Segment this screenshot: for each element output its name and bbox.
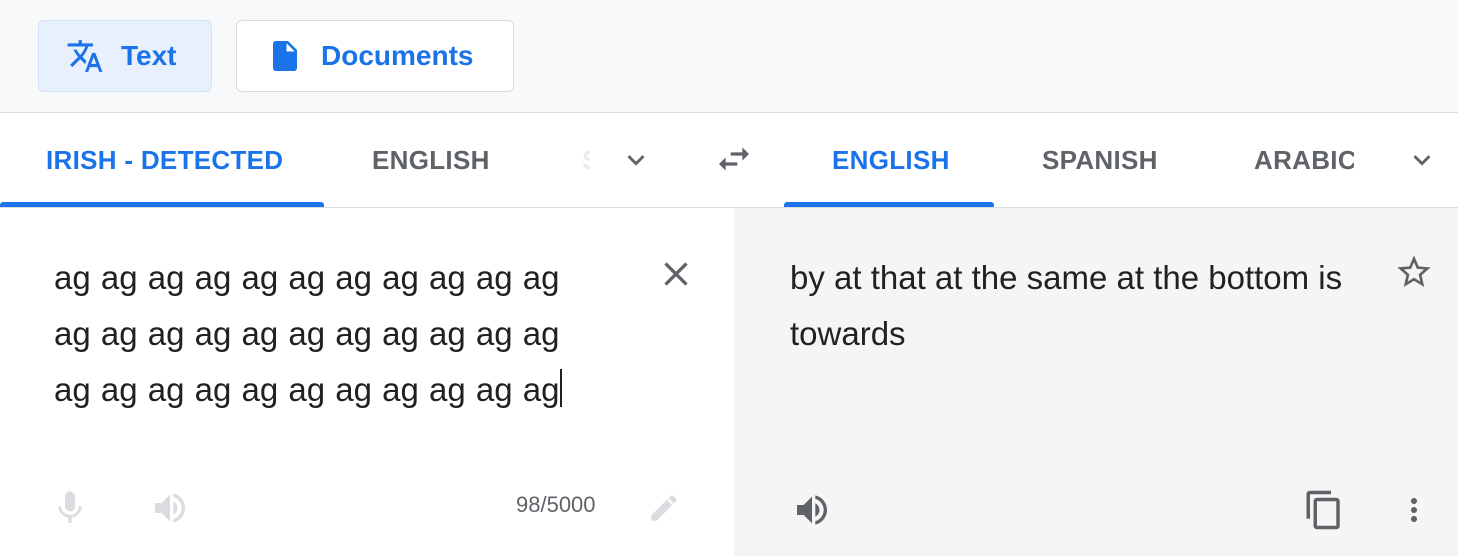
close-icon (656, 254, 696, 299)
pencil-icon (647, 491, 681, 530)
source-panel: ag ag ag ag ag ag ag ag ag ag ag ag ag a… (0, 208, 734, 556)
target-more-languages-button[interactable] (1398, 138, 1446, 186)
copy-translation-button[interactable] (1298, 486, 1350, 538)
character-count: 98/5000 (516, 492, 596, 517)
text-mode-button[interactable]: Text (38, 20, 212, 92)
chevron-down-icon (1405, 143, 1439, 182)
more-vert-icon (1396, 492, 1432, 533)
target-active-underline (784, 202, 994, 207)
documents-mode-label: Documents (321, 40, 474, 71)
listen-translation-button[interactable] (788, 488, 836, 536)
target-lang-tab-english[interactable]: ENGLISH (832, 114, 950, 207)
swap-arrows-icon (714, 139, 754, 184)
text-caret (560, 369, 563, 407)
source-text: ag ag ag ag ag ag ag ag ag ag ag ag ag a… (54, 259, 560, 408)
translate-icon (65, 36, 105, 76)
source-lang-label: S (582, 145, 590, 176)
document-icon (265, 36, 305, 76)
more-options-button[interactable] (1390, 488, 1438, 536)
star-icon (1394, 252, 1434, 297)
source-lang-tab-detected[interactable]: IRISH - DETECTED (46, 114, 283, 207)
speaker-icon (150, 488, 190, 533)
speaker-icon (792, 490, 832, 535)
target-lang-tab-spanish[interactable]: SPANISH (1042, 114, 1158, 207)
listen-source-button[interactable] (146, 486, 194, 534)
target-lang-tab-arabic[interactable]: ARABIC (1254, 114, 1354, 207)
clear-source-button[interactable] (652, 252, 700, 300)
target-panel: by at that at the same at the bottom is … (734, 208, 1458, 556)
microphone-icon (50, 488, 90, 533)
translation-output: by at that at the same at the bottom is … (790, 259, 1343, 352)
documents-mode-button[interactable]: Documents (236, 20, 514, 92)
edit-button[interactable] (640, 486, 688, 534)
target-lang-label: SPANISH (1042, 145, 1158, 175)
source-lang-tab-english[interactable]: ENGLISH (372, 114, 490, 207)
mode-bar: Text Documents (0, 0, 1458, 113)
target-lang-label: ENGLISH (832, 145, 950, 175)
save-translation-button[interactable] (1390, 250, 1438, 298)
text-mode-label: Text (121, 40, 177, 71)
source-lang-label: IRISH - DETECTED (46, 145, 284, 175)
voice-input-button[interactable] (46, 486, 94, 534)
source-lang-label: ENGLISH (372, 145, 490, 175)
swap-languages-button[interactable] (708, 136, 760, 186)
source-lang-tab-partial[interactable]: S (582, 114, 590, 207)
source-active-underline (0, 202, 324, 207)
copy-icon (1303, 489, 1345, 536)
chevron-down-icon (619, 143, 653, 182)
source-more-languages-button[interactable] (612, 138, 660, 186)
source-text-input[interactable]: ag ag ag ag ag ag ag ag ag ag ag ag ag a… (54, 250, 594, 418)
language-bar: IRISH - DETECTED ENGLISH S ENGLISH SPANI… (0, 114, 1458, 208)
target-lang-label: ARABIC (1254, 145, 1354, 175)
